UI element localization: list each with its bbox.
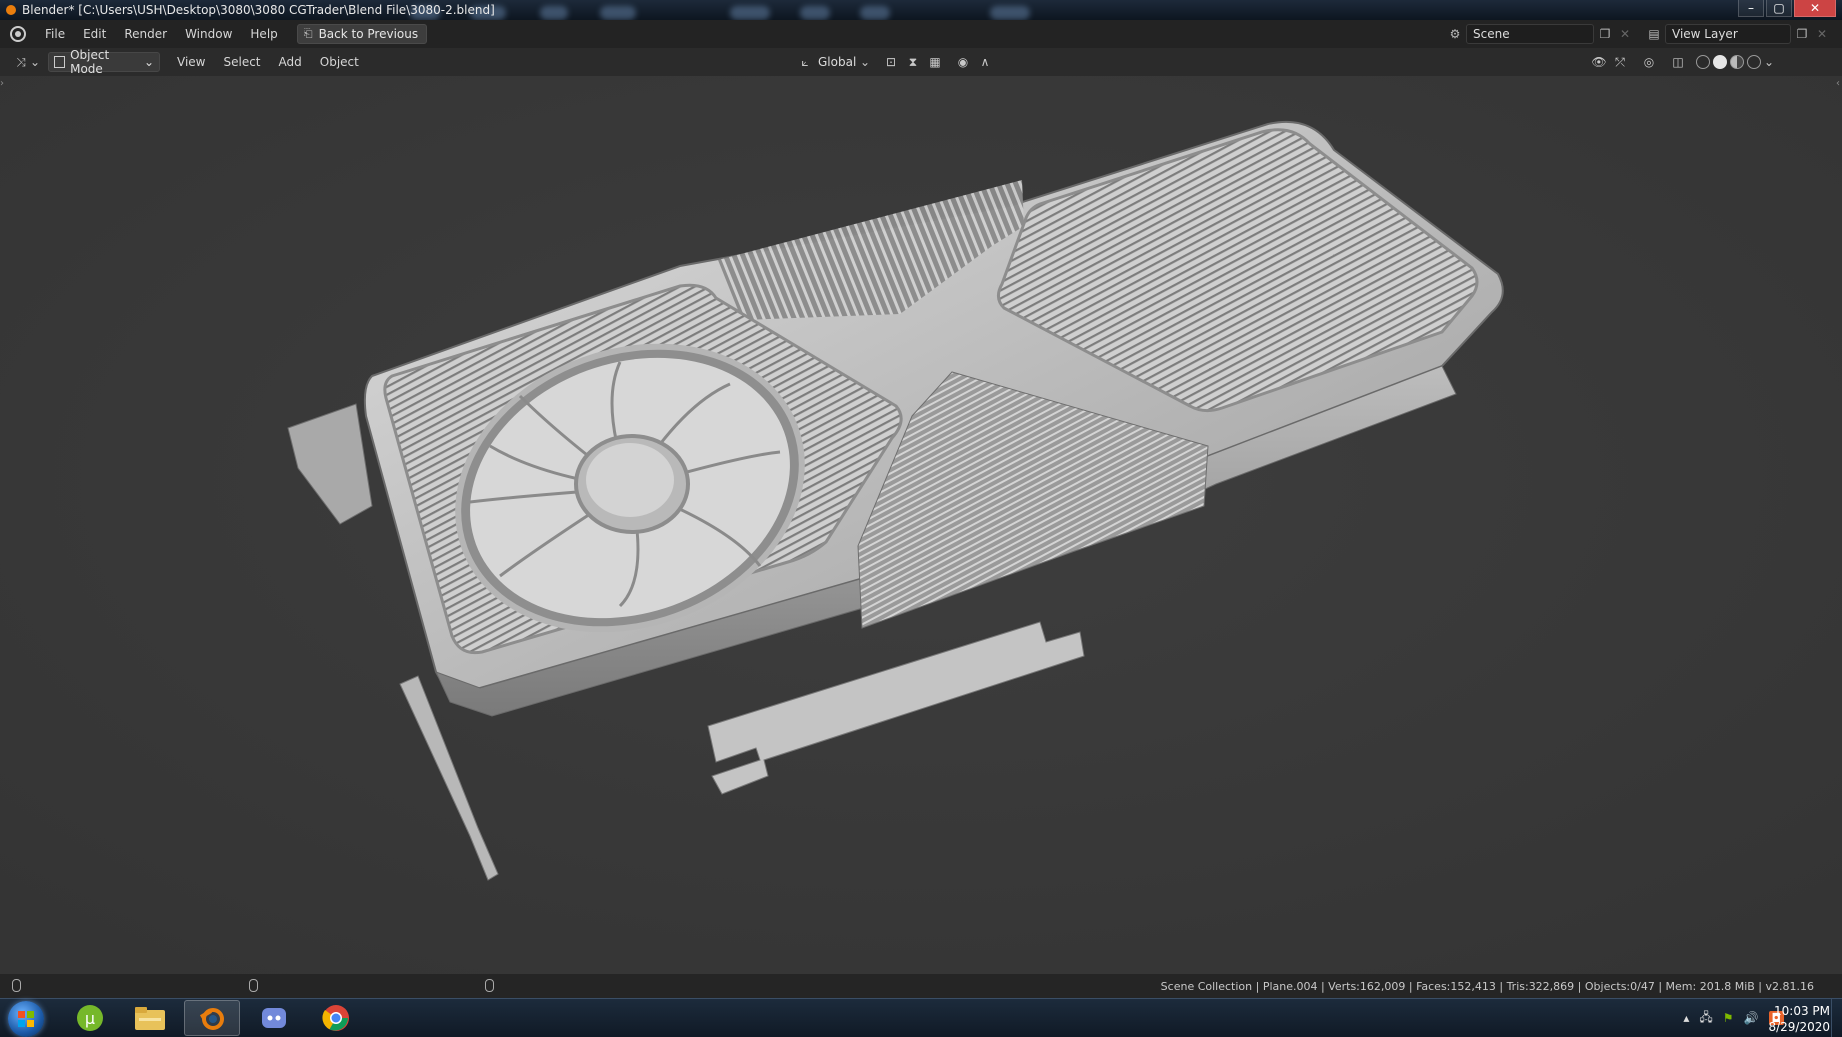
status-bar: Scene Collection | Plane.004 | Verts:162… [0, 974, 1842, 998]
viewport-canvas [0, 76, 1842, 974]
mouse-middle-icon [249, 979, 258, 992]
maximize-button[interactable]: ▢ [1766, 0, 1792, 17]
3d-viewport[interactable]: › ‹ [0, 76, 1842, 974]
menu-edit[interactable]: Edit [74, 27, 115, 41]
wireframe-shading-icon[interactable] [1696, 55, 1710, 69]
pivot-point-icon[interactable]: ⊡ [882, 53, 900, 71]
blender-app-icon [6, 5, 16, 15]
close-button[interactable]: ✕ [1794, 0, 1836, 17]
blender-topbar: File Edit Render Window Help ⎗ Back to P… [0, 20, 1842, 48]
viewport-menu-view[interactable]: View [168, 55, 214, 69]
mouse-right-icon [485, 979, 494, 992]
blender-window: Blender* [C:\Users\USH\Desktop\3080\3080… [0, 0, 1842, 1037]
network-icon[interactable]: 🖧 [1699, 1008, 1712, 1029]
snap-icon[interactable]: ⧗ [904, 53, 922, 71]
chevron-down-icon: ⌄ [29, 55, 41, 69]
falloff-icon[interactable]: ∧ [976, 53, 994, 71]
clock-time: 10:03 PM [1774, 1004, 1830, 1018]
view-layer-label: View Layer [1672, 27, 1738, 41]
xray-icon[interactable]: ◫ [1669, 53, 1687, 71]
menu-file[interactable]: File [36, 27, 74, 41]
left-region-toggle-icon[interactable]: › [0, 78, 4, 89]
overlays-icon[interactable]: ◎ [1640, 53, 1658, 71]
windows-flag-icon [18, 1011, 34, 1027]
solid-shading-icon[interactable] [1713, 55, 1727, 69]
blender-icon [199, 1008, 224, 1030]
clock-date: 8/29/2020 [1768, 1020, 1830, 1034]
back-to-previous-label: Back to Previous [318, 27, 419, 41]
view-layer-selector[interactable]: View Layer [1665, 24, 1791, 44]
visibility-icon[interactable]: 👁 [1590, 53, 1608, 71]
taskbar-file-explorer[interactable] [122, 1000, 178, 1036]
new-scene-icon[interactable]: ❐ [1596, 25, 1614, 43]
view-layer-icon[interactable]: ▤ [1645, 25, 1663, 43]
scene-label: Scene [1473, 27, 1510, 41]
window-titlebar: Blender* [C:\Users\USH\Desktop\3080\3080… [0, 0, 1842, 20]
viewport-menu-object[interactable]: Object [311, 55, 368, 69]
start-button[interactable] [8, 1001, 44, 1037]
proportional-edit-icon[interactable]: ◉ [954, 53, 972, 71]
viewport-header: ⤨ ⌄ Object Mode ⌄ View Select Add Object… [0, 48, 1842, 76]
tray-expand-icon[interactable]: ▴ [1683, 1011, 1689, 1025]
chevron-down-icon: ⌄ [1763, 55, 1775, 69]
window-title: Blender* [C:\Users\USH\Desktop\3080\3080… [22, 3, 495, 17]
mouse-left-icon [12, 979, 21, 992]
taskbar-blender[interactable] [184, 1000, 240, 1036]
mode-dropdown[interactable]: Object Mode ⌄ [48, 48, 160, 76]
back-icon: ⎗ [303, 27, 313, 40]
svg-text:µ: µ [85, 1009, 95, 1028]
blender-logo-icon[interactable] [10, 26, 26, 42]
viewport-menu-add[interactable]: Add [270, 55, 311, 69]
scene-type-icon[interactable]: ⚙ [1446, 25, 1464, 43]
material-preview-shading-icon[interactable] [1730, 55, 1744, 69]
minimize-button[interactable]: – [1738, 0, 1764, 17]
transform-orientation-label[interactable]: Global [818, 55, 856, 69]
os-taskbar: µ ▴ 🖧 ⚑ 🔊 ◘ 10:03 PM 8/29/2020 [0, 998, 1842, 1037]
chevron-down-icon: ⌄ [143, 55, 154, 69]
taskbar-discord[interactable] [246, 1000, 302, 1036]
scene-selector[interactable]: Scene [1466, 24, 1594, 44]
snap-increment-icon[interactable]: ▦ [926, 53, 944, 71]
menu-help[interactable]: Help [241, 27, 286, 41]
viewport-menu-select[interactable]: Select [214, 55, 269, 69]
object-mode-icon [54, 56, 66, 68]
volume-icon[interactable]: 🔊 [1744, 1011, 1759, 1025]
right-region-toggle-icon[interactable]: ‹ [1836, 78, 1840, 89]
chevron-down-icon: ⌄ [859, 55, 871, 69]
taskbar-chrome[interactable] [308, 1000, 364, 1036]
action-center-icon[interactable]: ⚑ [1723, 1011, 1734, 1025]
remove-scene-icon[interactable]: ✕ [1616, 25, 1634, 43]
utorrent-icon: µ [77, 1005, 103, 1031]
new-view-layer-icon[interactable]: ❐ [1793, 25, 1811, 43]
gizmo-icon[interactable]: ⤱ [1611, 53, 1629, 71]
show-desktop-button[interactable] [1831, 999, 1842, 1037]
editor-type-icon[interactable]: ⤨ [12, 53, 30, 71]
scene-statistics: Scene Collection | Plane.004 | Verts:162… [1160, 979, 1814, 993]
back-to-previous-button[interactable]: ⎗ Back to Previous [296, 24, 428, 44]
taskbar-utorrent[interactable]: µ [62, 1000, 118, 1036]
file-explorer-icon [135, 1007, 165, 1030]
system-clock[interactable]: 10:03 PM 8/29/2020 [1768, 1003, 1830, 1035]
discord-icon [262, 1008, 286, 1028]
menu-render[interactable]: Render [115, 27, 176, 41]
menu-window[interactable]: Window [176, 27, 241, 41]
chrome-icon [322, 1005, 349, 1031]
remove-view-layer-icon[interactable]: ✕ [1813, 25, 1831, 43]
rendered-shading-icon[interactable] [1747, 55, 1761, 69]
mode-label: Object Mode [70, 48, 110, 76]
transform-orientation-icon[interactable]: ⟀ [796, 53, 814, 71]
